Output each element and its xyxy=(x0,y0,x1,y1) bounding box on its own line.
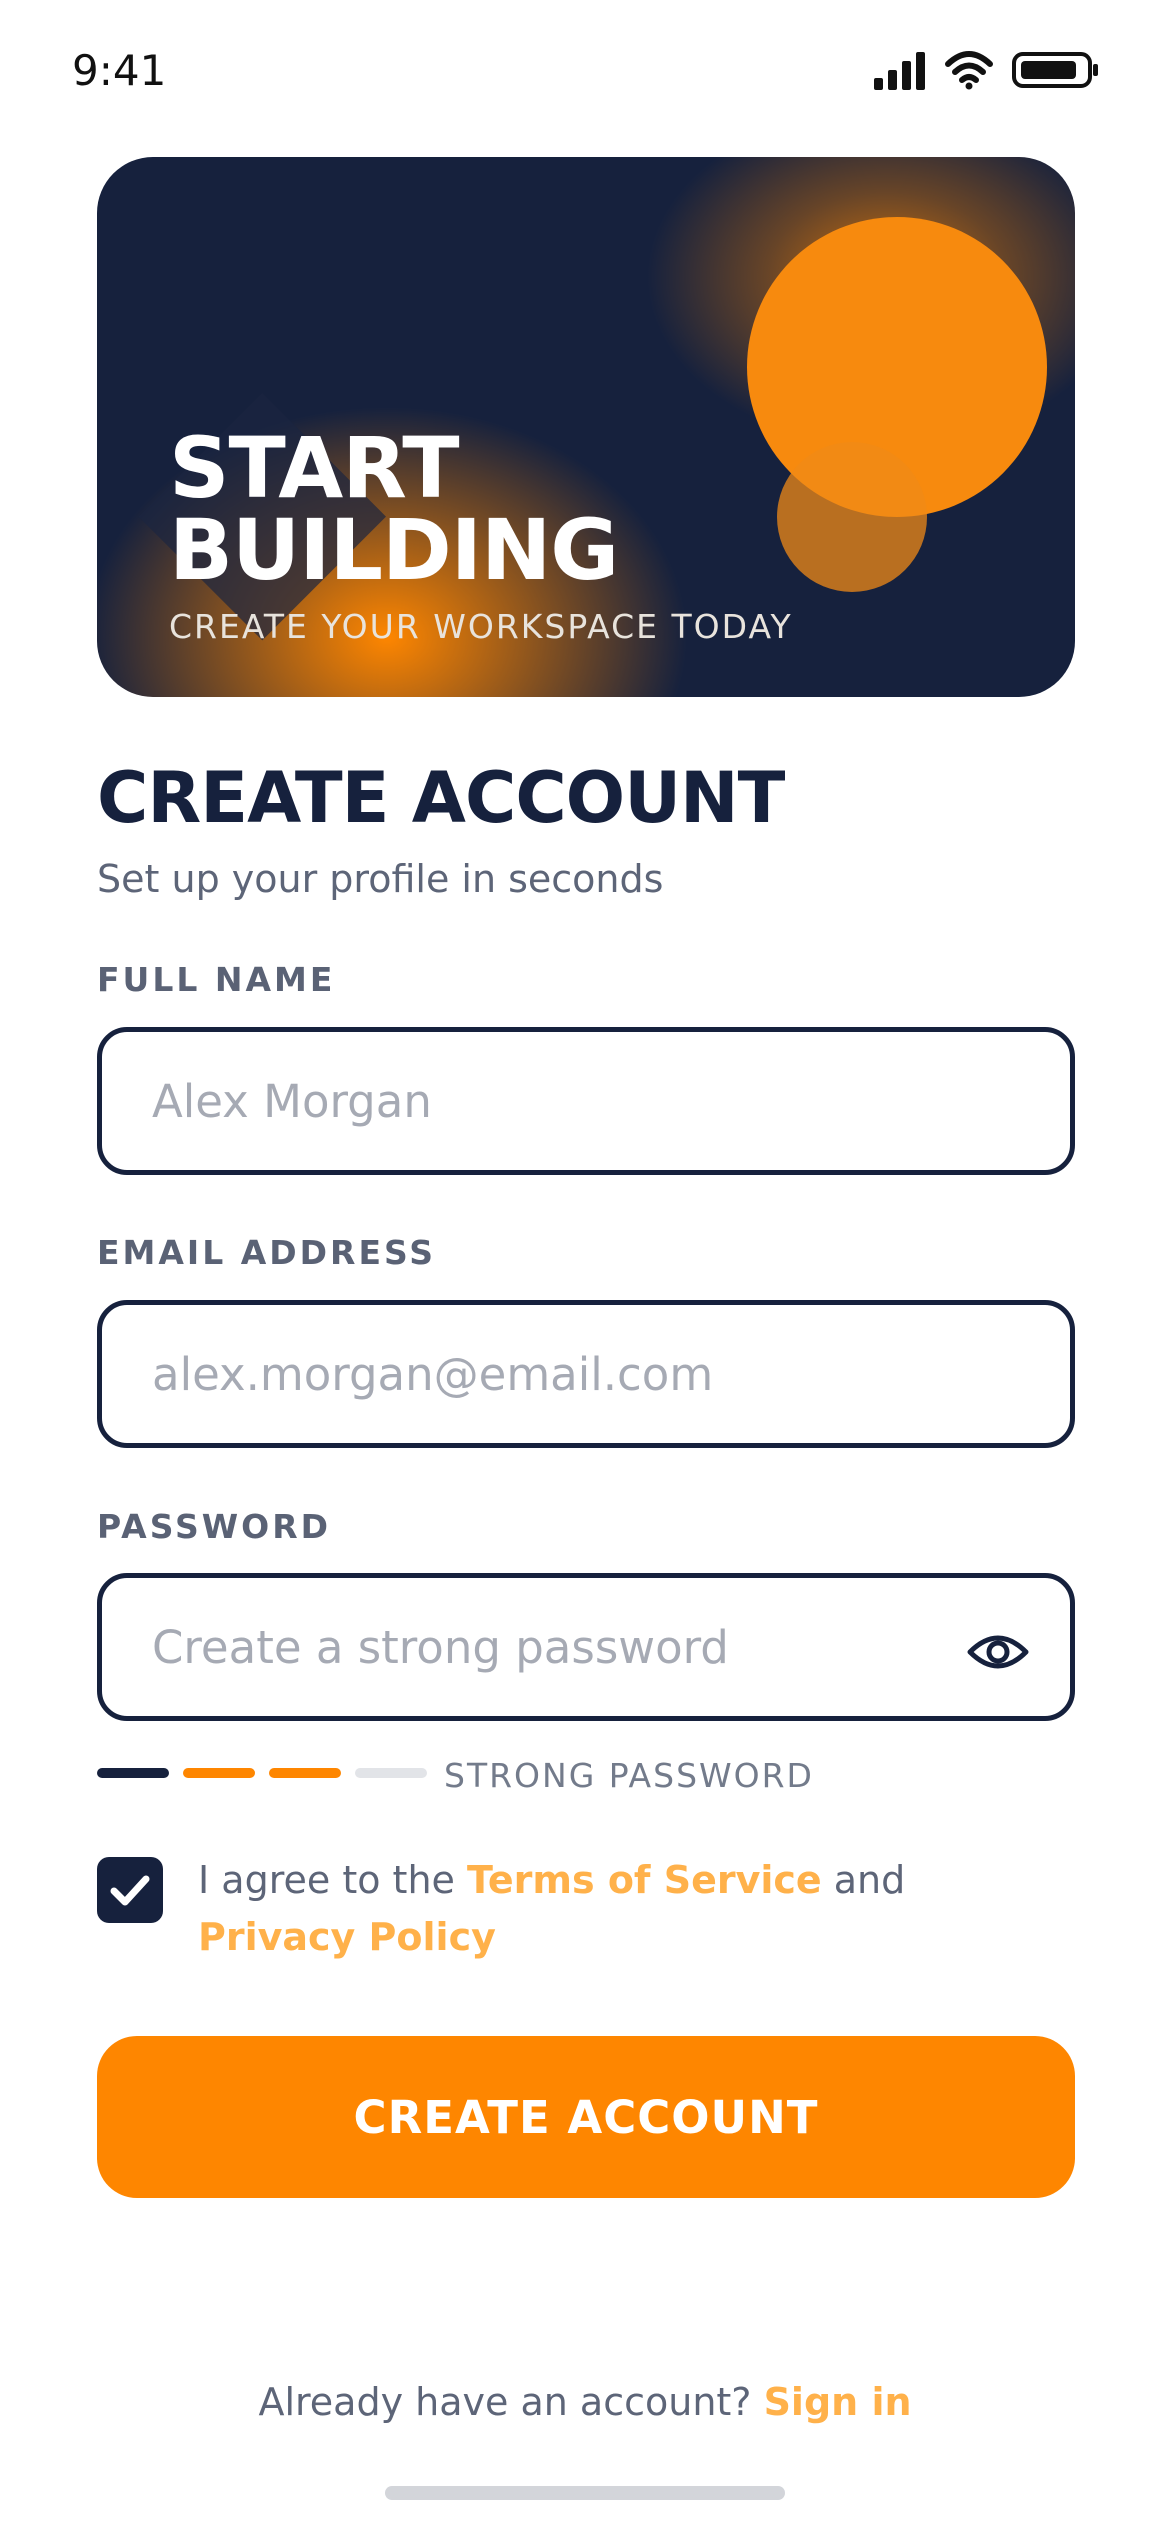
terms-checkbox[interactable] xyxy=(97,1857,163,1923)
terms-middle: and xyxy=(821,1858,906,1902)
password-strength-meter xyxy=(97,1768,427,1784)
strength-segment xyxy=(355,1768,427,1778)
status-bar: 9:41 xyxy=(0,0,1170,150)
terms-of-service-link[interactable]: Terms of Service xyxy=(467,1858,822,1902)
email-input[interactable] xyxy=(97,1300,1075,1448)
strength-segment xyxy=(97,1768,169,1778)
email-label: EMAIL ADDRESS xyxy=(97,1233,437,1272)
password-input[interactable] xyxy=(97,1573,1075,1721)
password-strength-label: STRONG PASSWORD xyxy=(444,1756,814,1795)
status-time: 9:41 xyxy=(72,46,167,95)
strength-segment xyxy=(183,1768,255,1778)
signin-prompt-text: Already have an account? xyxy=(258,2380,764,2424)
eye-icon[interactable] xyxy=(966,1620,1030,1684)
page-subtitle: Set up your profile in seconds xyxy=(97,857,664,901)
create-account-button[interactable]: CREATE ACCOUNT xyxy=(97,2036,1075,2198)
full-name-input[interactable] xyxy=(97,1027,1075,1175)
hero-subtitle: CREATE YOUR WORKSPACE TODAY xyxy=(169,607,793,646)
home-indicator xyxy=(385,2486,785,2500)
battery-icon xyxy=(1012,52,1098,88)
page-title: CREATE ACCOUNT xyxy=(97,757,785,839)
wifi-icon xyxy=(945,51,993,90)
strength-segment xyxy=(269,1768,341,1778)
signin-link[interactable]: Sign in xyxy=(764,2380,912,2424)
status-icons xyxy=(874,50,1100,90)
terms-prefix: I agree to the xyxy=(198,1858,467,1902)
password-label: PASSWORD xyxy=(97,1507,332,1546)
signal-icon xyxy=(874,52,925,90)
signin-prompt: Already have an account? Sign in xyxy=(0,2380,1170,2424)
privacy-policy-link[interactable]: Privacy Policy xyxy=(198,1915,496,1959)
full-name-label: FULL NAME xyxy=(97,960,336,999)
terms-text: I agree to the Terms of Service and Priv… xyxy=(198,1852,998,1966)
hero-banner: START BUILDING CREATE YOUR WORKSPACE TOD… xyxy=(97,157,1075,697)
signup-screen: 9:41 START BUILDING CREATE YOUR WORKSPAC… xyxy=(0,0,1170,2532)
hero-title: START BUILDING xyxy=(169,419,619,599)
checkmark-icon xyxy=(110,1875,150,1906)
